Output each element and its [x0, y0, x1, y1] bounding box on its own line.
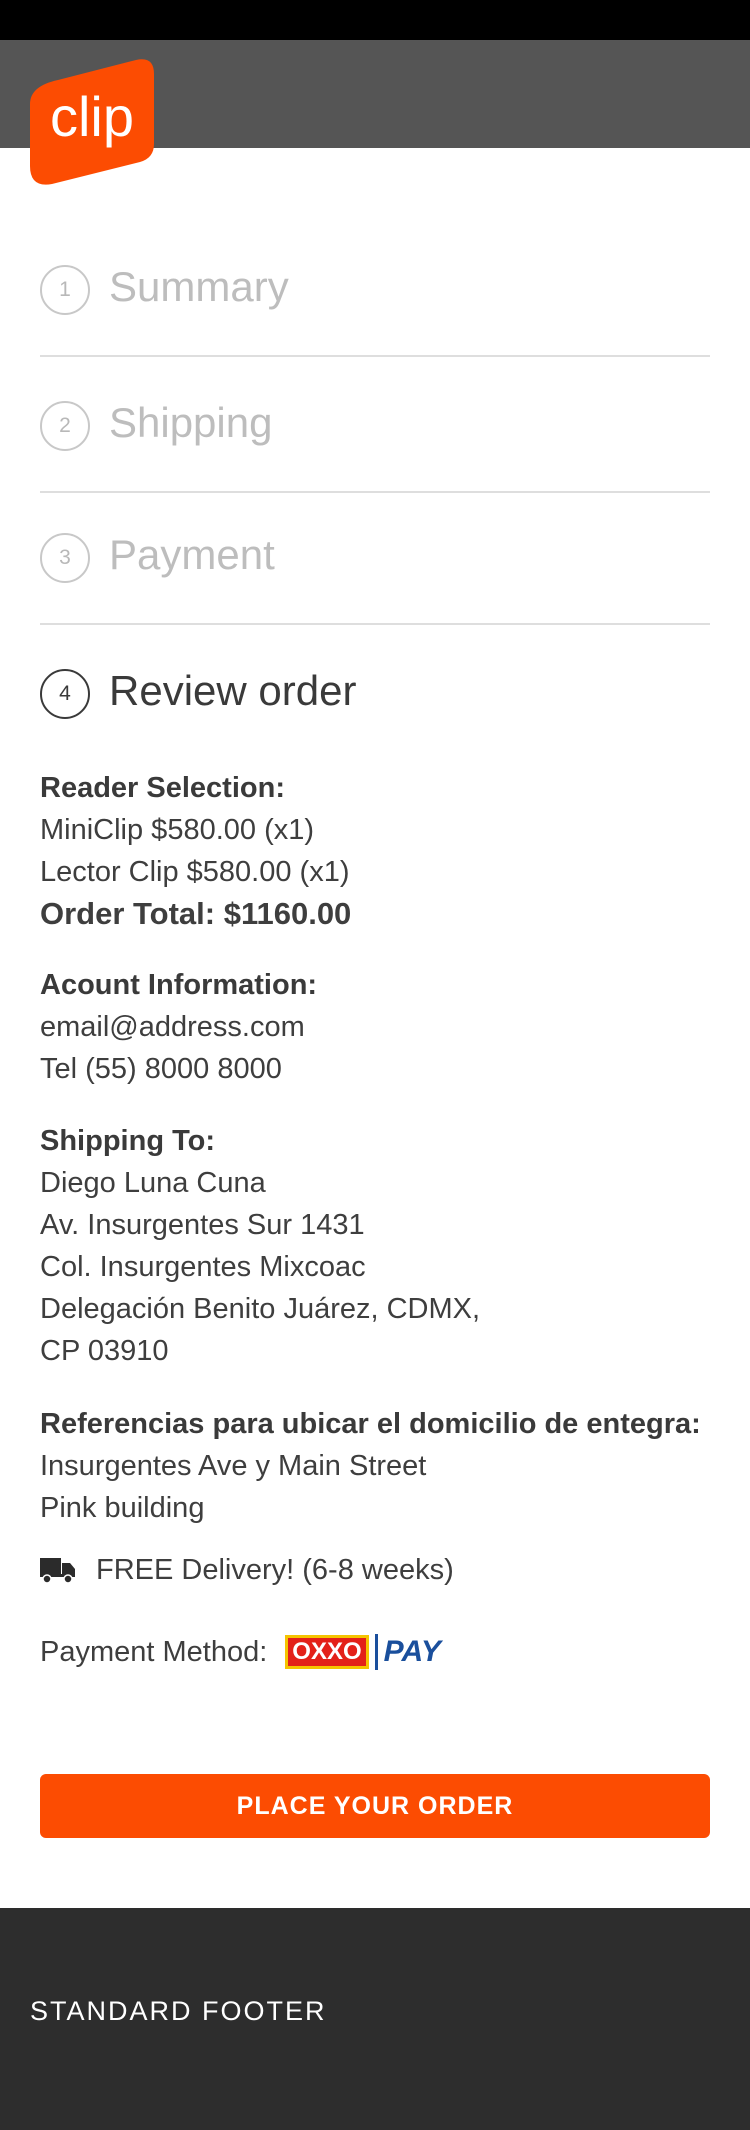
order-total: Order Total: $1160.00 [40, 896, 352, 931]
reader-selection-section: Reader Selection: MiniClip $580.00 (x1) … [40, 767, 720, 935]
step-number-circle: 2 [40, 401, 90, 451]
divider [40, 355, 710, 357]
reference-line: Insurgentes Ave y Main Street [40, 1450, 427, 1482]
divider [40, 491, 710, 493]
clip-logo[interactable]: clip [28, 58, 156, 186]
delivery-info: FREE Delivery! (6-8 weeks) [40, 1550, 454, 1590]
step-summary[interactable]: 1 Summary [40, 263, 710, 317]
shipping-to-section: Shipping To: Diego Luna Cuna Av. Insurge… [40, 1120, 720, 1372]
step-shipping[interactable]: 2 Shipping [40, 399, 710, 453]
payment-method-label: Payment Method: [40, 1635, 268, 1668]
divider [40, 623, 710, 625]
status-bar [0, 0, 750, 40]
place-order-button[interactable]: PLACE YOUR ORDER [40, 1774, 710, 1838]
step-label: Summary [109, 263, 289, 310]
logo-separator [374, 1634, 378, 1670]
oxxo-pay-logo: OXXO PAY [285, 1634, 441, 1670]
section-heading: Acount Information: [40, 969, 318, 1001]
address-line: Diego Luna Cuna [40, 1167, 266, 1199]
address-line: Av. Insurgentes Sur 1431 [40, 1209, 365, 1241]
delivery-references-section: Referencias para ubicar el domicilio de … [40, 1403, 720, 1529]
step-label: Shipping [109, 399, 273, 446]
order-line: Lector Clip $580.00 (x1) [40, 856, 350, 888]
oxxo-logo-pay: PAY [383, 1635, 441, 1668]
logo-text: clip [50, 85, 134, 148]
account-email: email@address.com [40, 1011, 305, 1043]
account-phone: Tel (55) 8000 8000 [40, 1053, 282, 1085]
step-review-order[interactable]: 4 Review order [40, 667, 710, 721]
account-information-section: Acount Information: email@address.com Te… [40, 964, 720, 1090]
footer-text: STANDARD FOOTER [30, 1996, 327, 2026]
step-number-circle: 3 [40, 533, 90, 583]
address-line: CP 03910 [40, 1335, 169, 1367]
section-heading: Reader Selection: [40, 772, 285, 804]
section-heading: Referencias para ubicar el domicilio de … [40, 1408, 701, 1440]
payment-method: Payment Method: OXXO PAY [40, 1630, 441, 1674]
address-line: Delegación Benito Juárez, CDMX, [40, 1293, 481, 1325]
delivery-text: FREE Delivery! (6-8 weeks) [96, 1553, 454, 1586]
truck-icon [40, 1558, 75, 1584]
section-heading: Shipping To: [40, 1125, 216, 1157]
address-line: Col. Insurgentes Mixcoac [40, 1251, 366, 1283]
step-label: Review order [109, 667, 357, 714]
order-line: MiniClip $580.00 (x1) [40, 814, 315, 846]
step-payment[interactable]: 3 Payment [40, 531, 710, 585]
step-number-circle: 1 [40, 265, 90, 315]
step-label: Payment [109, 531, 275, 578]
footer: STANDARD FOOTER [0, 1908, 750, 2130]
oxxo-logo-box: OXXO [285, 1635, 369, 1669]
reference-line: Pink building [40, 1492, 205, 1524]
step-number-circle: 4 [40, 669, 90, 719]
